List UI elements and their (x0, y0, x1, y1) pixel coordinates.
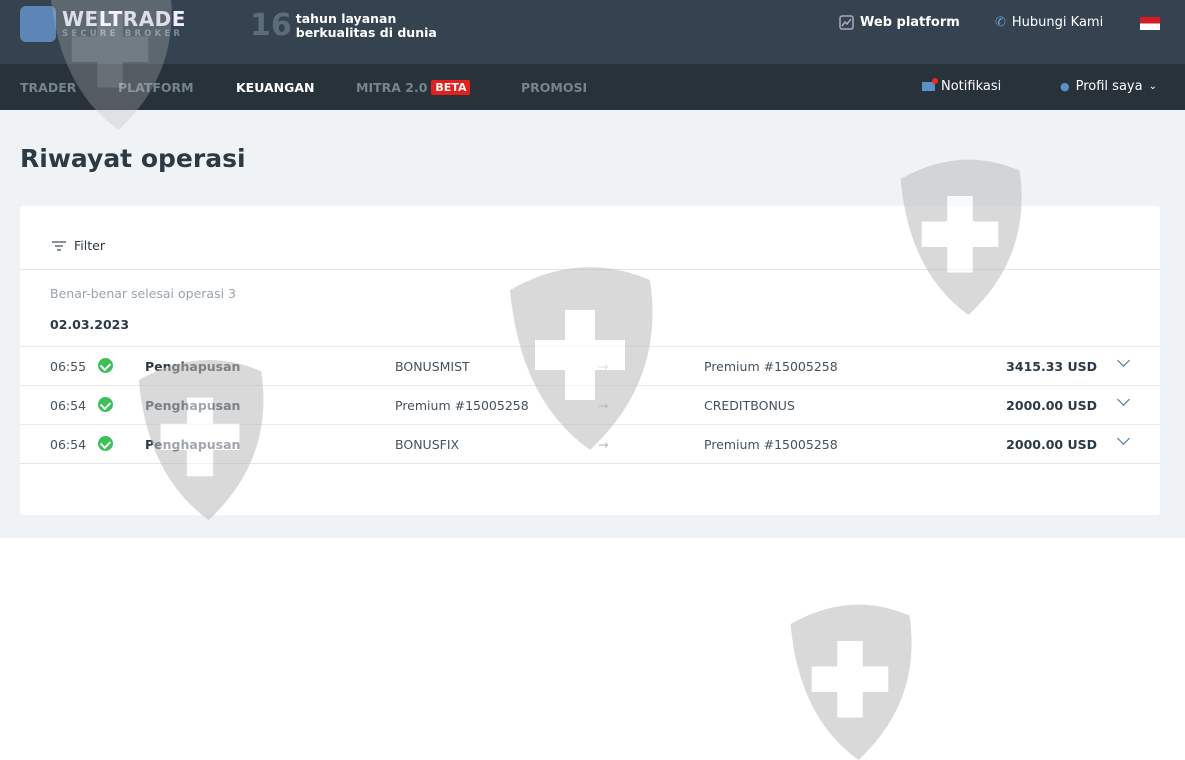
row-amount: 2000.00 USD (1006, 398, 1097, 413)
mail-icon (922, 78, 938, 91)
chevron-down-icon: ⌄ (1148, 81, 1157, 92)
table-row[interactable]: 06:54 Penghapusan Premium #15005258 → CR… (20, 385, 1160, 424)
table-row[interactable]: 06:54 Penghapusan BONUSFIX → Premium #15… (20, 424, 1160, 464)
row-amount: 2000.00 USD (1006, 437, 1097, 452)
chevron-down-icon[interactable] (1117, 393, 1130, 406)
operations-count: Benar-benar selesai operasi 3 (50, 286, 236, 301)
row-time: 06:54 (50, 398, 87, 413)
check-circle-icon (98, 397, 113, 412)
date-group-header: 02.03.2023 (50, 317, 130, 332)
row-from: BONUSFIX (395, 437, 460, 452)
years-line1: tahun layanan (295, 10, 397, 26)
filter-button[interactable]: Filter (52, 238, 105, 253)
nav-mitra-label: MITRA 2.0 (356, 80, 428, 95)
phone-icon: ✆ (995, 15, 1006, 30)
check-circle-icon (98, 436, 113, 451)
notifications-label: Notifikasi (941, 79, 1002, 94)
arrow-right-icon: → (598, 437, 609, 452)
row-time: 06:55 (50, 359, 87, 374)
filter-icon (52, 240, 66, 251)
profile-menu[interactable]: ● Profil saya ⌄ (1060, 79, 1157, 94)
row-to: CREDITBONUS (704, 398, 795, 413)
contact-label: Hubungi Kami (1011, 15, 1104, 30)
arrow-right-icon: → (598, 398, 609, 413)
years-badge: 16 tahun layanan berkualitas di dunia (250, 8, 437, 43)
shield-watermark-icon (790, 604, 912, 760)
logo-subtitle: SECURE BROKER (62, 29, 184, 39)
nav-mitra[interactable]: MITRA 2.0 BETA (356, 80, 471, 96)
contact-link[interactable]: ✆ Hubungi Kami (995, 15, 1103, 30)
operations-card: Filter Benar-benar selesai operasi 3 02.… (20, 206, 1160, 515)
main-content: Riwayat operasi Filter Benar-benar seles… (0, 110, 1185, 538)
notifications-button[interactable]: Notifikasi (922, 78, 1002, 94)
table-row[interactable]: 06:55 Penghapusan BONUSMIST → Premium #1… (20, 346, 1160, 385)
row-to: Premium #15005258 (704, 437, 838, 452)
row-time: 06:54 (50, 437, 87, 452)
chart-icon (839, 15, 854, 30)
profile-label: Profil saya (1075, 79, 1143, 94)
beta-badge: BETA (431, 80, 471, 95)
divider (20, 269, 1160, 270)
row-from: Premium #15005258 (395, 398, 529, 413)
row-type: Penghapusan (145, 437, 241, 452)
top-header: WELTRADE SECURE BROKER 16 tahun layanan b… (0, 0, 1185, 64)
chevron-down-icon[interactable] (1117, 354, 1130, 367)
web-platform-label: Web platform (860, 15, 960, 30)
years-line2: berkualitas di dunia (295, 24, 437, 40)
logo-name: WELTRADE (62, 7, 186, 31)
row-from: BONUSMIST (395, 359, 470, 374)
row-type: Penghapusan (145, 359, 241, 374)
row-type: Penghapusan (145, 398, 241, 413)
nav-keuangan[interactable]: KEUANGAN (236, 80, 315, 95)
main-nav: TRADER PLATFORM KEUANGAN MITRA 2.0 BETA P… (0, 64, 1185, 110)
chevron-down-icon[interactable] (1117, 432, 1130, 445)
nav-platform[interactable]: PLATFORM (118, 80, 194, 95)
check-circle-icon (98, 358, 113, 373)
arrow-right-icon: → (598, 359, 609, 374)
language-flag-id[interactable] (1140, 17, 1160, 30)
filter-label: Filter (74, 238, 105, 253)
logo-icon (20, 6, 56, 42)
years-number: 16 (250, 8, 292, 43)
web-platform-link[interactable]: Web platform (839, 15, 960, 30)
nav-trader[interactable]: TRADER (20, 80, 76, 95)
row-amount: 3415.33 USD (1006, 359, 1097, 374)
weltrade-logo[interactable]: WELTRADE SECURE BROKER (20, 6, 186, 42)
user-icon: ● (1060, 80, 1070, 93)
page-title: Riwayat operasi (20, 144, 246, 173)
nav-promosi[interactable]: PROMOSI (521, 80, 587, 95)
row-to: Premium #15005258 (704, 359, 838, 374)
